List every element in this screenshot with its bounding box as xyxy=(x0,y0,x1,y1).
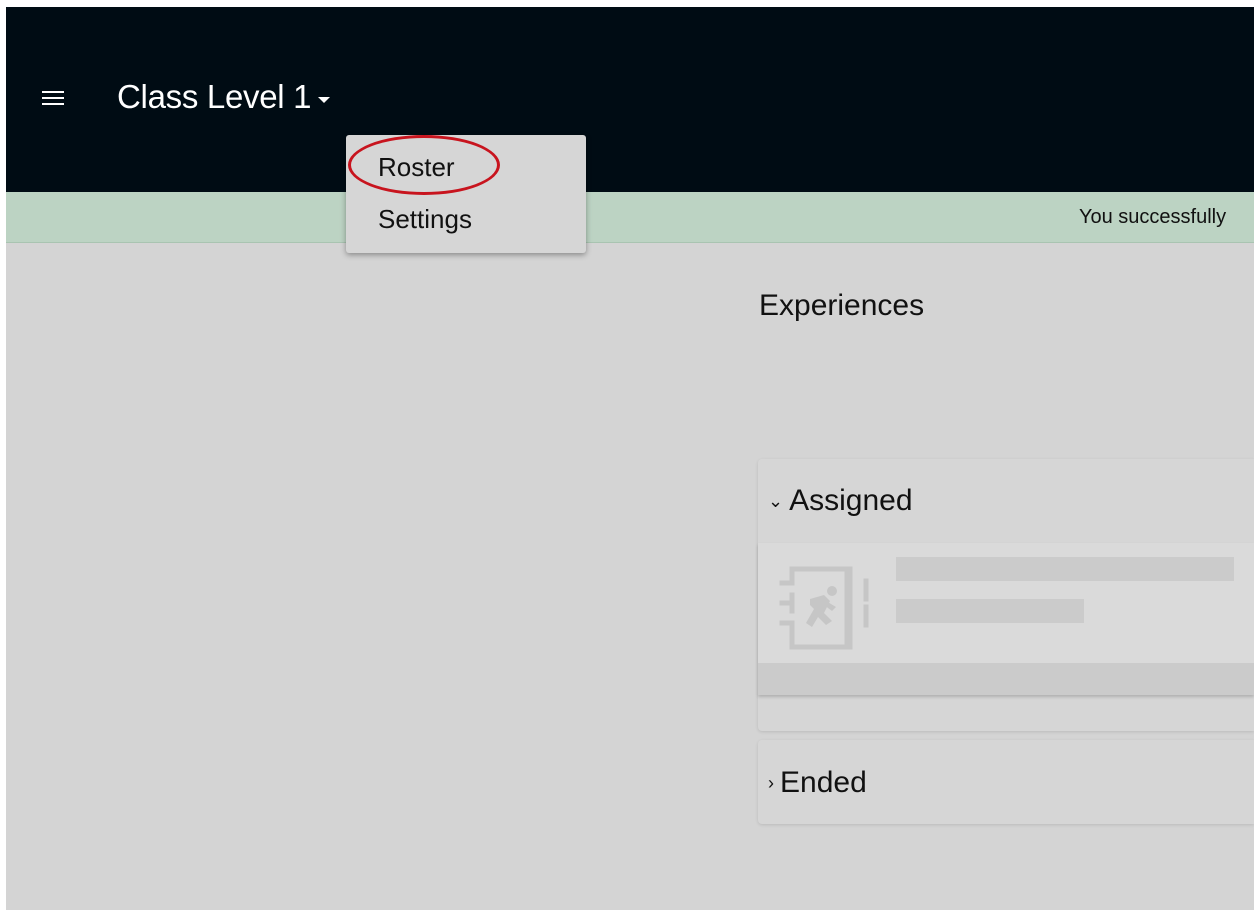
loading-placeholder-title xyxy=(896,557,1234,581)
class-title: Class Level 1 xyxy=(117,78,312,115)
class-menu: Roster Settings xyxy=(346,135,586,253)
exit-door-running-person-icon xyxy=(779,566,869,650)
assigned-section-header[interactable]: ⌄ Assigned xyxy=(768,484,913,518)
hamburger-menu-icon[interactable] xyxy=(40,85,68,109)
chevron-down-icon: ⌄ xyxy=(768,490,784,511)
experience-card-placeholder[interactable] xyxy=(758,543,1254,695)
app-screen: Class Level 1 You successfully Roster Se… xyxy=(6,7,1254,910)
class-selector-dropdown[interactable]: Class Level 1 xyxy=(117,78,331,115)
assigned-section: ⌄ Assigned xyxy=(758,459,1254,731)
menu-item-settings[interactable]: Settings xyxy=(378,204,472,235)
card-footer-placeholder xyxy=(758,663,1254,695)
loading-placeholder-subtitle xyxy=(896,599,1084,623)
ended-section: › Ended xyxy=(758,740,1254,824)
section-label-ended: Ended xyxy=(780,766,867,799)
menu-item-roster[interactable]: Roster xyxy=(378,152,455,183)
section-label-assigned: Assigned xyxy=(789,484,913,517)
ended-section-header[interactable]: › Ended xyxy=(768,766,867,800)
caret-down-icon xyxy=(318,97,331,103)
chevron-right-icon: › xyxy=(768,772,774,793)
success-banner: You successfully xyxy=(6,192,1254,243)
page-title: Experiences xyxy=(759,289,925,322)
success-banner-text: You successfully xyxy=(1079,206,1227,228)
top-app-bar: Class Level 1 xyxy=(6,7,1254,192)
